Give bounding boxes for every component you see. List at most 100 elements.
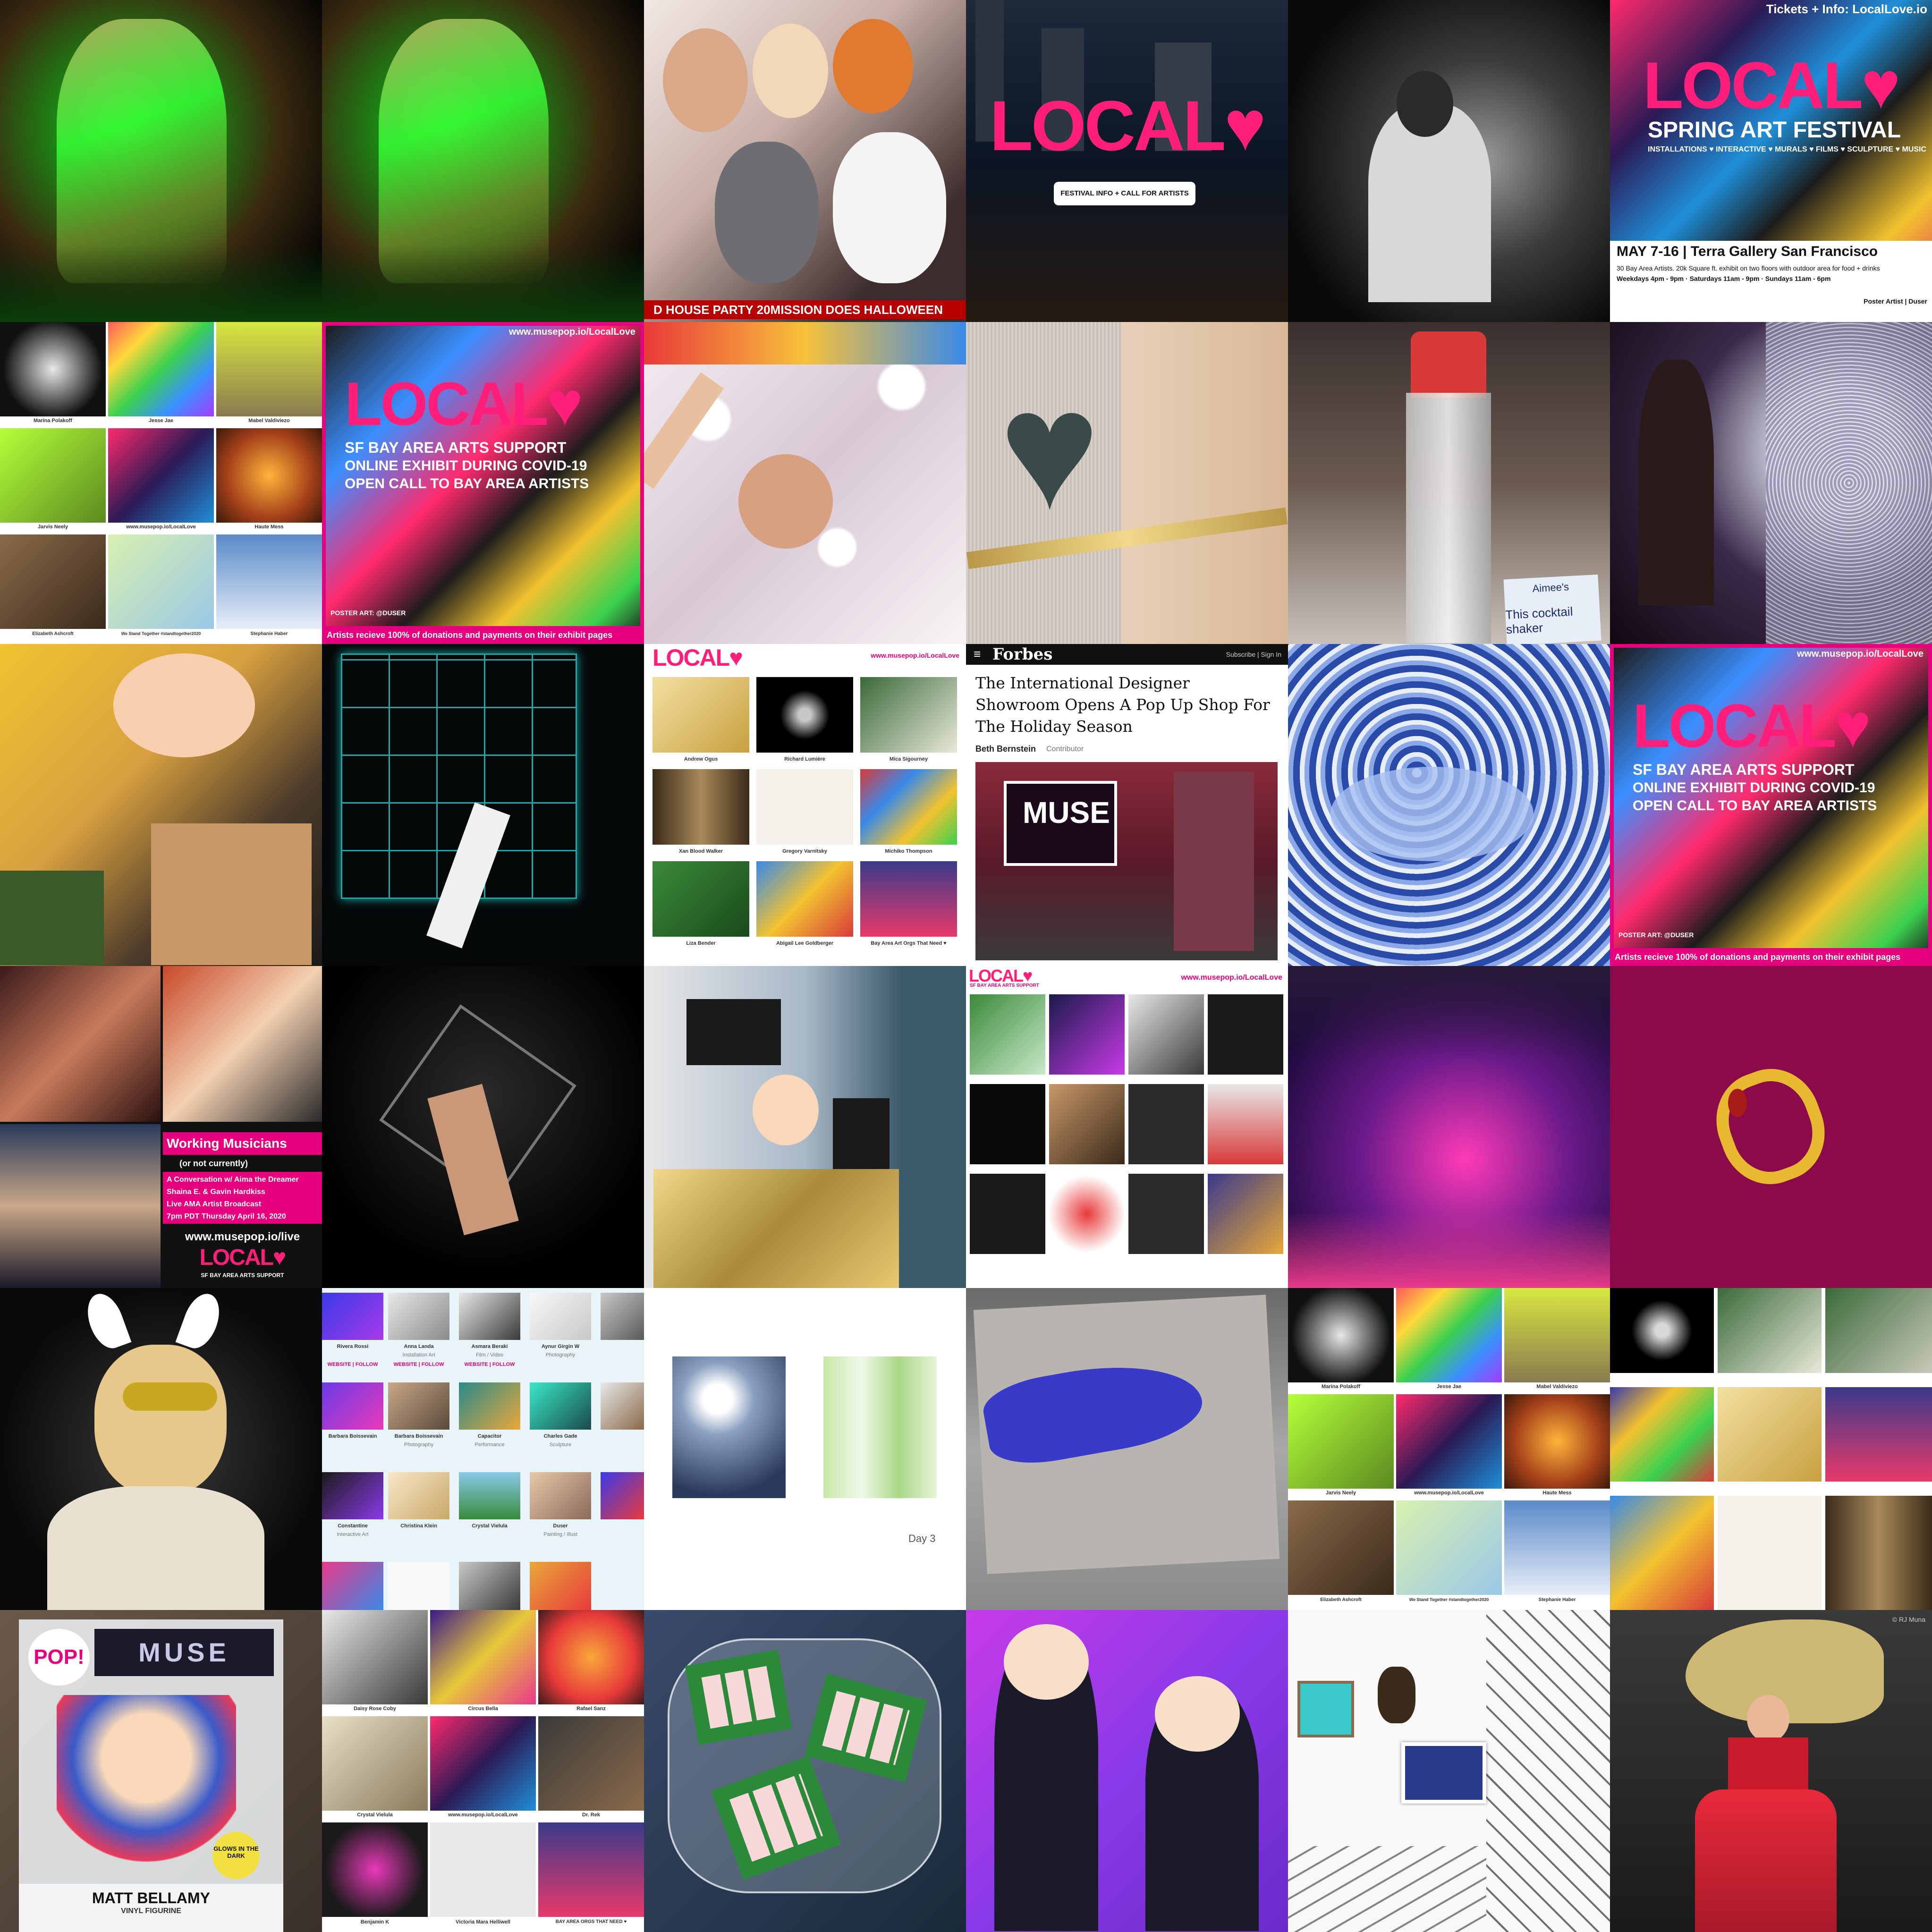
- artist-name: BAY AREA ORGS THAT NEED ♥: [555, 1919, 627, 1924]
- artist-name[interactable]: Aynur Girgin W: [530, 1344, 591, 1349]
- menu-icon[interactable]: ≡: [974, 647, 981, 661]
- local-logo-text: LOCAL: [199, 1245, 274, 1270]
- article-author[interactable]: Beth Bernstein: [975, 744, 1036, 754]
- local-logo-text: LOCAL: [969, 966, 1024, 985]
- article-headline: The International Designer Showroom Open…: [975, 674, 1270, 736]
- poster-bottom-bar: Artists recieve 100% of donations and pa…: [1614, 948, 1928, 962]
- artist-role: Photography: [404, 1442, 434, 1448]
- artist-name[interactable]: Bay Area Art Orgs That Need ♥: [860, 941, 957, 946]
- figure-subtitle: VINYL FIGURINE: [121, 1907, 181, 1915]
- tile-local-gallery-page-2: LOCAL♥ SF BAY AREA ARTS SUPPORT www.muse…: [966, 966, 1288, 1288]
- artist-name: www.musepop.io/LocalLove: [448, 1812, 518, 1818]
- artist-role: Film / Video: [476, 1352, 503, 1358]
- broadcast-time: 7pm PDT Thursday April 16, 2020: [167, 1212, 286, 1220]
- festival-description: 30 Bay Area Artists. 20k Square ft. exhi…: [1617, 264, 1880, 272]
- heart-icon: ♥: [272, 1245, 286, 1270]
- tile-halloween-party: D HOUSE PARTY 20MISSION DOES HALLOWEEN: [644, 0, 966, 322]
- artist-name: Elizabeth Ashcroft: [32, 631, 74, 636]
- artist-name: We Stand Together #standtogether2020: [121, 631, 201, 636]
- broadcast-subtitle: (or not currently): [179, 1159, 248, 1168]
- artist-name: Dr. Rek: [582, 1812, 600, 1818]
- artist-name[interactable]: Barbara Boissevain: [388, 1433, 449, 1439]
- artist-name: Victoria Mara Helliwell: [456, 1919, 510, 1925]
- poster-credit: POSTER ART: @DUSER: [1618, 931, 1694, 939]
- website-follow-link[interactable]: WEBSITE | FOLLOW: [322, 1362, 383, 1367]
- artist-name[interactable]: Constantine: [322, 1523, 383, 1529]
- artist-name[interactable]: Michiko Thompson: [860, 848, 957, 854]
- tile-local-covid-poster-1: www.musepop.io/LocalLove LOCAL♥ SF BAY A…: [322, 322, 644, 644]
- artist-name[interactable]: Charles Gade: [530, 1433, 591, 1439]
- artist-name[interactable]: Capacitor: [459, 1433, 520, 1439]
- hours-sundays: Sundays 11am - 6pm: [1765, 275, 1831, 282]
- muse-brand: MUSE: [94, 1629, 274, 1676]
- tile-artist-collage-1: Marina Polakoff Jesse Jae Mabel Valdivie…: [0, 322, 322, 644]
- artist-name[interactable]: Liza Bender: [652, 941, 749, 946]
- heart-icon: ♥: [546, 369, 583, 438]
- artist-name[interactable]: Abigail Lee Goldberger: [756, 941, 853, 946]
- poster-line-3: OPEN CALL TO BAY AREA ARTISTS: [1633, 798, 1877, 813]
- heart-icon: ♥: [999, 355, 1100, 544]
- website-follow-link[interactable]: WEBSITE | FOLLOW: [459, 1362, 520, 1367]
- artist-name[interactable]: Barbara Boissevain: [322, 1433, 383, 1439]
- artist-name[interactable]: Duser: [530, 1523, 591, 1529]
- website-follow-link[interactable]: WEBSITE | FOLLOW: [388, 1362, 449, 1367]
- artist-name[interactable]: Christina Klein: [388, 1523, 449, 1529]
- tickets-info-text: Tickets + Info: LocalLove.io: [1766, 2, 1927, 16]
- artist-name[interactable]: Mica Sigourney: [860, 756, 957, 762]
- artist-name[interactable]: Asmara Beraki: [459, 1344, 520, 1349]
- tile-local-festival-skyline: LOCAL♥ FESTIVAL INFO + CALL FOR ARTISTS: [966, 0, 1288, 322]
- author-role: Contributor: [1046, 745, 1084, 753]
- tile-purple-dancers: [966, 1610, 1288, 1932]
- artist-name: Benjamin K: [360, 1919, 390, 1925]
- figure-name: MATT BELLAMY: [92, 1890, 211, 1907]
- artist-name[interactable]: Gregory Varnitsky: [756, 848, 853, 854]
- local-logo-text: LOCAL: [1633, 691, 1837, 760]
- festival-date: MAY 7-16 | Terra Gallery San Francisco: [1617, 244, 1878, 259]
- tile-belly-dancer: © RJ Muna: [1610, 1610, 1932, 1932]
- tile-blue-leopard-fabric: [1288, 644, 1610, 966]
- broadcast-title: Working Musicians: [163, 1132, 322, 1155]
- artist-name: We Stand Together #standtogether2020: [1409, 1597, 1489, 1602]
- festival-info-button[interactable]: FESTIVAL INFO + CALL FOR ARTISTS: [1054, 182, 1195, 205]
- tile-gold-snake-ring: [1610, 966, 1932, 1288]
- glow-sticker: GLOWS IN THE DARK: [212, 1832, 260, 1879]
- festival-categories: INSTALLATIONS ♥ INTERACTIVE ♥ MURALS ♥ F…: [1648, 145, 1927, 153]
- poster-url: www.musepop.io/LocalLove: [1796, 649, 1924, 659]
- tile-cube-dancer: [322, 644, 644, 966]
- tile-mural-faces: [0, 644, 322, 966]
- heart-icon: ♥: [1861, 48, 1900, 122]
- local-logo-text: LOCAL: [1643, 48, 1863, 122]
- artist-role: Interactive Art: [337, 1532, 369, 1537]
- artist-name[interactable]: Rivera Rossi: [322, 1344, 383, 1349]
- tile-gallery-wall: [1288, 1610, 1610, 1932]
- local-logo-text: LOCAL: [345, 369, 549, 438]
- tile-laser-costume-1: [0, 0, 322, 322]
- broadcast-url[interactable]: www.musepop.io/live: [163, 1230, 322, 1244]
- artist-name[interactable]: Xan Blood Walker: [652, 848, 749, 854]
- artist-name: Crystal Vielula: [357, 1812, 393, 1818]
- local-logo-text: LOCAL: [990, 86, 1226, 165]
- poster-artist-credit: Poster Artist | Duser: [1864, 297, 1927, 305]
- tile-blue-glove-sculpture: [966, 1288, 1288, 1610]
- artist-name: Mabel Valdiviezo: [248, 418, 290, 424]
- photo-credit: © RJ Muna: [1892, 1616, 1925, 1623]
- artist-name: Jesse Jae: [149, 418, 173, 424]
- artist-name[interactable]: Andrew Ogus: [652, 756, 749, 762]
- spring-festival-title: SPRING ART FESTIVAL: [1648, 118, 1901, 143]
- poster-line-2: ONLINE EXHIBIT DURING COVID-19: [1633, 780, 1875, 796]
- forbes-brand[interactable]: Forbes: [992, 645, 1052, 664]
- artist-name[interactable]: Richard Lumière: [756, 756, 853, 762]
- artist-role: Performance: [475, 1442, 505, 1448]
- tile-dandelion-book-page: Day 3: [644, 1288, 966, 1610]
- subscribe-signin-links[interactable]: Subscribe | Sign In: [1226, 651, 1281, 658]
- poster-bottom-bar: Artists recieve 100% of donations and pa…: [326, 626, 640, 640]
- gallery-url[interactable]: www.musepop.io/LocalLove: [1181, 974, 1282, 982]
- tile-artwork-grid: [1610, 1288, 1932, 1610]
- artist-name: Marina Polakoff: [1322, 1384, 1360, 1390]
- tile-winged-guitarist: [0, 1288, 322, 1610]
- hours-weekdays: Weekdays 4pm - 9pm: [1617, 275, 1684, 282]
- tile-dj-booth-child: [644, 966, 966, 1288]
- tile-aerial-cube-performer: [322, 966, 644, 1288]
- artist-name[interactable]: Anna Landa: [388, 1344, 449, 1349]
- artist-name[interactable]: Crystal Vielula: [459, 1523, 520, 1529]
